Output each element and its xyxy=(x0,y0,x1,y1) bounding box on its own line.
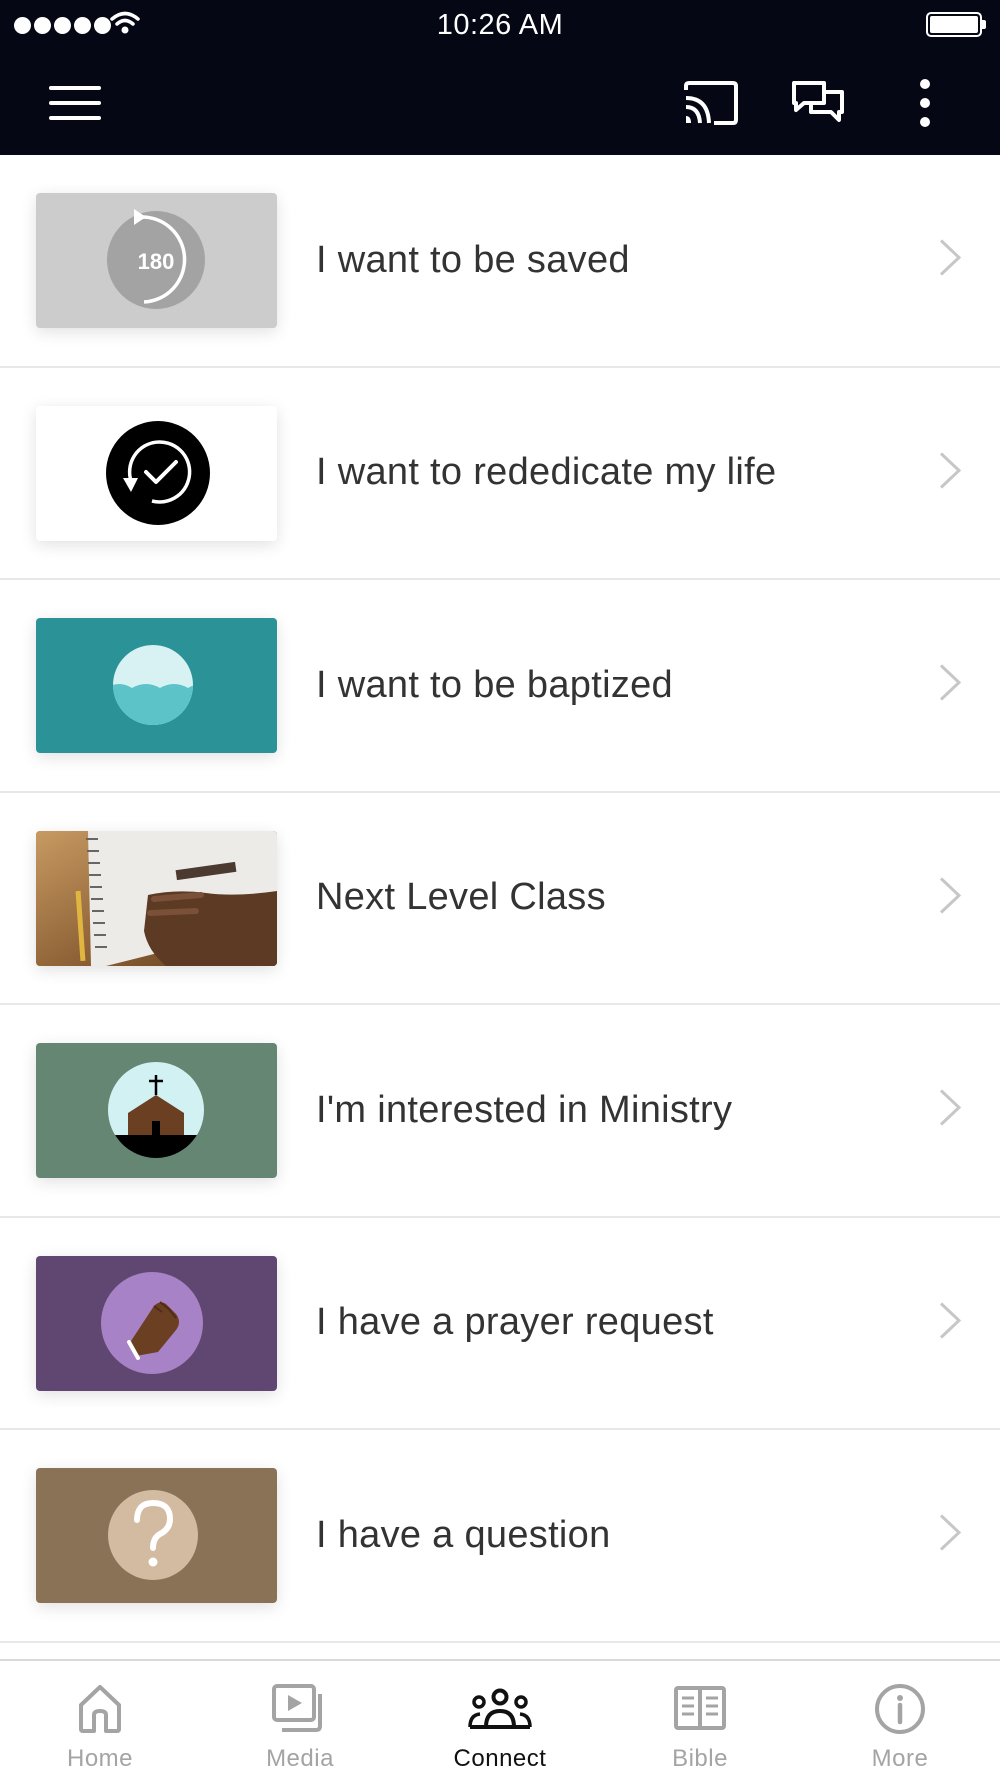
thumbnail xyxy=(36,618,277,753)
tab-media[interactable]: Media xyxy=(200,1661,400,1778)
list-item-label: Next Level Class xyxy=(316,876,606,919)
hamburger-menu-icon[interactable] xyxy=(40,50,110,155)
praying-hands-icon xyxy=(101,1271,203,1374)
tab-label: Home xyxy=(66,1745,134,1772)
list-item-rededicate[interactable]: I want to rededicate my life xyxy=(0,368,1000,580)
list-item-baptized[interactable]: I want to be baptized xyxy=(0,580,1000,793)
thumbnail: 180 xyxy=(36,193,277,328)
thumbnail xyxy=(36,405,277,541)
list-item-prayer-request[interactable]: I have a prayer request xyxy=(0,1218,1000,1430)
list-item-label: I have a prayer request xyxy=(316,1301,714,1344)
status-bar: 10:26 AM xyxy=(0,0,1000,50)
water-baptism-icon xyxy=(113,645,193,725)
notebook-photo xyxy=(36,830,277,966)
list-item-ministry[interactable]: I'm interested in Ministry xyxy=(0,1005,1000,1218)
list-item-label: I want to be saved xyxy=(316,238,630,281)
list-item-label: I want to be baptized xyxy=(316,663,673,706)
chevron-right-icon xyxy=(938,875,962,920)
chevron-right-icon xyxy=(938,1088,962,1133)
tab-connect[interactable]: Connect xyxy=(400,1661,600,1778)
info-icon xyxy=(873,1681,927,1737)
book-icon xyxy=(674,1681,726,1737)
chevron-right-icon xyxy=(938,663,962,708)
question-mark-icon xyxy=(108,1490,198,1580)
chevron-right-icon xyxy=(938,450,962,495)
chevron-right-icon xyxy=(938,1513,962,1558)
tab-more[interactable]: More xyxy=(800,1661,1000,1778)
thumbnail xyxy=(36,1255,277,1391)
180-turn-icon: 180 xyxy=(107,209,205,309)
tab-home[interactable]: Home xyxy=(0,1661,200,1778)
tab-label: Bible xyxy=(672,1745,728,1772)
chat-icon[interactable] xyxy=(783,50,853,155)
tab-bible[interactable]: Bible xyxy=(600,1661,800,1778)
chevron-right-icon xyxy=(938,238,962,283)
thumbnail xyxy=(36,1043,277,1178)
cast-icon[interactable] xyxy=(676,50,746,155)
list-item-next-level-class[interactable]: Next Level Class xyxy=(0,793,1000,1005)
list-item-label: I'm interested in Ministry xyxy=(316,1088,733,1131)
home-icon xyxy=(77,1681,123,1737)
people-icon xyxy=(468,1681,532,1737)
tab-label: Media xyxy=(266,1745,334,1772)
tab-label: Connect xyxy=(453,1745,547,1772)
rededicate-check-icon xyxy=(106,420,210,525)
tab-label: More xyxy=(871,1745,929,1772)
list-item-be-saved[interactable]: 180 I want to be saved xyxy=(0,155,1000,368)
more-vertical-icon[interactable] xyxy=(895,50,955,155)
top-nav-bar xyxy=(0,50,1000,155)
connect-list: 180 I want to be saved I want to rededic… xyxy=(0,155,1000,1643)
list-item-question[interactable]: I have a question xyxy=(0,1430,1000,1643)
church-icon xyxy=(108,1062,204,1158)
status-time: 10:26 AM xyxy=(436,9,564,41)
chevron-right-icon xyxy=(938,1300,962,1345)
battery-icon xyxy=(926,12,986,37)
list-item-label: I want to rededicate my life xyxy=(316,451,777,494)
svg-text:180: 180 xyxy=(138,249,175,274)
list-item-label: I have a question xyxy=(316,1513,611,1556)
thumbnail xyxy=(36,1468,277,1603)
bottom-tab-bar: Home Media Connect Bible More xyxy=(0,1659,1000,1778)
media-icon xyxy=(272,1681,328,1737)
thumbnail xyxy=(36,830,277,966)
